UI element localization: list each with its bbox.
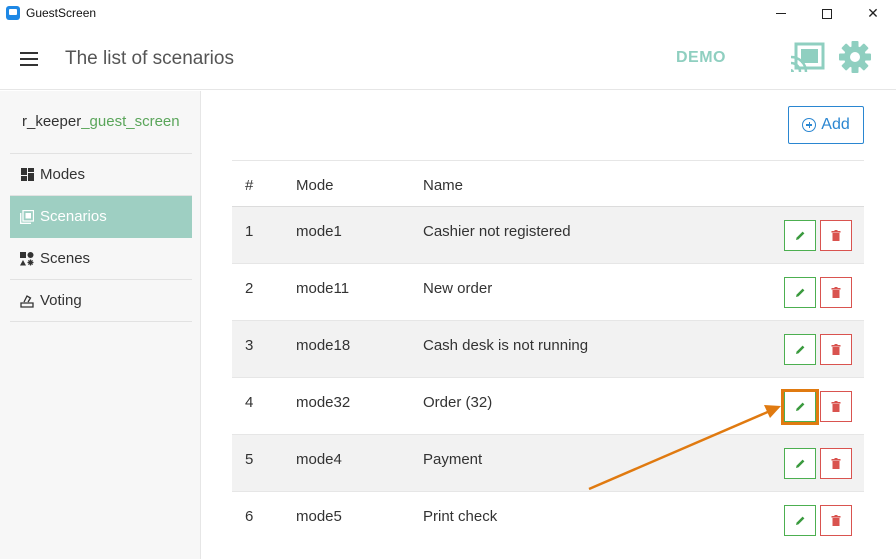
table-row: 1 mode1 Cashier not registered xyxy=(232,207,864,264)
hamburger-icon[interactable] xyxy=(20,52,38,66)
scenes-icon xyxy=(20,251,34,266)
trash-icon xyxy=(831,287,841,298)
row-number: 3 xyxy=(245,337,254,354)
delete-button[interactable] xyxy=(820,391,852,422)
pencil-icon xyxy=(795,231,804,240)
column-header-number: # xyxy=(245,177,254,194)
row-number: 6 xyxy=(245,508,254,525)
table-row: 5 mode4 Payment xyxy=(232,435,864,492)
row-mode: mode5 xyxy=(296,508,342,525)
delete-button[interactable] xyxy=(820,220,852,251)
sidebar-item-label: Scenes xyxy=(40,250,91,267)
sidebar-nav: Modes Scenarios Scenes Voting xyxy=(10,154,192,322)
pencil-icon xyxy=(795,459,804,468)
edit-button[interactable] xyxy=(784,448,816,479)
pencil-icon xyxy=(795,402,804,411)
trash-icon xyxy=(831,344,841,355)
row-name: Cash desk is not running xyxy=(423,337,589,354)
table-row: 3 mode18 Cash desk is not running xyxy=(232,321,864,378)
maximize-icon xyxy=(822,8,832,19)
app-logo-icon xyxy=(6,6,20,20)
row-mode: mode18 xyxy=(296,337,351,354)
gear-icon[interactable] xyxy=(838,40,872,74)
table-row: 2 mode11 New order xyxy=(232,264,864,321)
brand-name: r_keeper_guest_screen xyxy=(22,113,180,130)
sidebar-item-label: Modes xyxy=(40,166,86,183)
page-title: The list of scenarios xyxy=(65,48,234,69)
delete-button[interactable] xyxy=(820,505,852,536)
window-title: GuestScreen xyxy=(26,6,97,20)
sidebar: r_keeper_guest_screen Modes Scenarios Sc… xyxy=(0,91,201,559)
pencil-icon xyxy=(795,516,804,525)
sidebar-item-modes[interactable]: Modes xyxy=(10,154,192,196)
table-row: 6 mode5 Print check xyxy=(232,492,864,549)
edit-button[interactable] xyxy=(784,334,816,365)
row-number: 4 xyxy=(245,394,254,411)
row-name: Payment xyxy=(423,451,483,468)
sidebar-item-label: Voting xyxy=(40,292,82,309)
brand-suffix: _guest_screen xyxy=(81,113,180,130)
row-name: Cashier not registered xyxy=(423,223,571,240)
window-close-button[interactable]: ✕ xyxy=(850,0,896,27)
row-mode: mode4 xyxy=(296,451,342,468)
delete-button[interactable] xyxy=(820,448,852,479)
edit-button[interactable] xyxy=(784,391,816,422)
row-number: 5 xyxy=(245,451,254,468)
row-name: New order xyxy=(423,280,493,297)
sidebar-item-label: Scenarios xyxy=(40,208,107,225)
brand-prefix: r_keeper xyxy=(22,113,82,130)
row-name: Print check xyxy=(423,508,498,525)
delete-button[interactable] xyxy=(820,277,852,308)
edit-button[interactable] xyxy=(784,277,816,308)
plus-circle-icon xyxy=(802,118,817,132)
add-button-label: Add xyxy=(821,116,850,133)
dashboard-icon xyxy=(20,168,34,182)
window-titlebar: GuestScreen ✕ xyxy=(0,0,896,27)
row-mode: mode11 xyxy=(296,280,350,297)
sidebar-item-scenes[interactable]: Scenes xyxy=(10,238,192,280)
table-header: # Mode Name xyxy=(232,160,864,207)
scenarios-table: # Mode Name 1 mode1 Cashier not register… xyxy=(232,160,864,549)
sidebar-item-voting[interactable]: Voting xyxy=(10,280,192,322)
edit-button[interactable] xyxy=(784,505,816,536)
pencil-icon xyxy=(795,345,804,354)
trash-icon xyxy=(831,458,841,469)
pencil-icon xyxy=(795,288,804,297)
trash-icon xyxy=(831,515,841,526)
column-header-name: Name xyxy=(423,177,464,194)
sidebar-item-scenarios[interactable]: Scenarios xyxy=(10,196,192,238)
row-mode: mode32 xyxy=(296,394,351,411)
demo-badge: DEMO xyxy=(676,49,726,66)
row-mode: mode1 xyxy=(296,223,342,240)
table-row: 4 mode32 Order (32) xyxy=(232,378,864,435)
row-number: 2 xyxy=(245,280,254,297)
cast-icon[interactable] xyxy=(789,42,825,72)
minimize-icon xyxy=(776,13,786,14)
close-icon: ✕ xyxy=(867,5,879,21)
row-number: 1 xyxy=(245,223,254,240)
row-name: Order (32) xyxy=(423,394,493,411)
trash-icon xyxy=(831,401,841,412)
edit-button[interactable] xyxy=(784,220,816,251)
add-scenario-button[interactable]: Add xyxy=(788,106,864,144)
column-header-mode: Mode xyxy=(296,177,334,194)
app-header: The list of scenarios DEMO xyxy=(0,27,896,90)
scenarios-icon xyxy=(20,209,34,224)
window-minimize-button[interactable] xyxy=(758,0,804,27)
voting-icon xyxy=(20,294,34,308)
delete-button[interactable] xyxy=(820,334,852,365)
trash-icon xyxy=(831,230,841,241)
window-maximize-button[interactable] xyxy=(804,0,850,27)
